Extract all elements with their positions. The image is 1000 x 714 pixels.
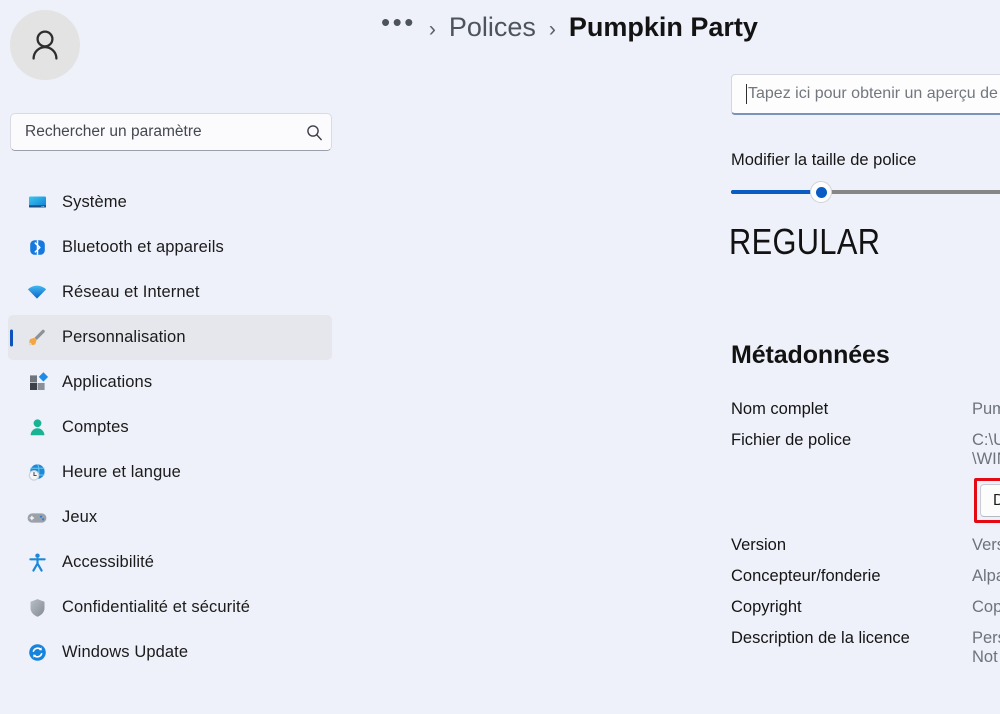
person-icon: [22, 417, 52, 438]
metadata-value-fichier-de-police: C:\USERS\\APPDATA\LOCAL\MICROSOFT \WINDO…: [972, 431, 1000, 469]
avatar[interactable]: [10, 10, 80, 80]
sidebar-item-accessibilite[interactable]: Accessibilité: [8, 540, 332, 585]
sidebar-item-label: Réseau et Internet: [62, 283, 200, 302]
sidebar: Système Bluetooth et appareils: [0, 0, 350, 714]
sidebar-item-systeme[interactable]: Système: [8, 180, 332, 225]
search-box[interactable]: [10, 113, 332, 151]
sidebar-item-applications[interactable]: Applications: [8, 360, 332, 405]
sidebar-nav: Système Bluetooth et appareils: [0, 180, 350, 675]
sidebar-item-label: Bluetooth et appareils: [62, 238, 224, 257]
font-path-prefix: C:\USERS\: [972, 431, 1000, 449]
metadata-label-version: Version: [731, 536, 786, 555]
bluetooth-icon: [22, 237, 52, 258]
sidebar-item-personnalisation[interactable]: Personnalisation: [8, 315, 332, 360]
shield-icon: [22, 597, 52, 618]
metadata-heading: Métadonnées: [731, 341, 890, 370]
metadata-value-description-licence: Personal Use Only! Not For Commercial: [972, 629, 1000, 667]
sidebar-item-confidentialite-et-securite[interactable]: Confidentialité et sécurité: [8, 585, 332, 630]
update-refresh-icon: [22, 642, 52, 663]
sidebar-item-jeux[interactable]: Jeux: [8, 495, 332, 540]
chevron-right-icon: ›: [549, 18, 556, 42]
person-avatar-icon: [25, 25, 65, 65]
sidebar-item-label: Applications: [62, 373, 152, 392]
sidebar-item-label: Confidentialité et sécurité: [62, 598, 250, 617]
apps-icon: [22, 372, 52, 393]
sidebar-item-reseau-et-internet[interactable]: Réseau et Internet: [8, 270, 332, 315]
uninstall-button[interactable]: Désinstaller: [980, 484, 1000, 517]
sidebar-item-label: Heure et langue: [62, 463, 181, 482]
sidebar-item-heure-et-langue[interactable]: Heure et langue: [8, 450, 332, 495]
settings-window: Système Bluetooth et appareils: [0, 0, 1000, 714]
content-pane: ••• › Polices › Pumpkin Party Modifier l…: [350, 0, 1000, 714]
sidebar-item-label: Comptes: [62, 418, 129, 437]
font-preview-input[interactable]: [748, 75, 1000, 113]
metadata-label-concepteur-fonderie: Concepteur/fonderie: [731, 567, 881, 586]
metadata-value-copyright: Copyright 2021 Alpaprana Studio: [972, 598, 1000, 617]
metadata-label-copyright: Copyright: [731, 598, 802, 617]
font-path-line2: \WINDOWS\FONTS\PUMPKIN PARTY.OTF: [972, 450, 1000, 469]
monitor-icon: [22, 192, 52, 213]
breadcrumb-parent-link[interactable]: Polices: [449, 12, 536, 43]
font-size-slider[interactable]: [731, 181, 1000, 203]
search-icon[interactable]: [297, 114, 331, 150]
font-sample-text: REGULAR: [729, 222, 880, 264]
slider-thumb[interactable]: [810, 181, 832, 203]
accessibility-icon: [22, 552, 52, 573]
metadata-value-nom-complet: Pumpkin Party: [972, 400, 1000, 419]
sidebar-item-label: Personnalisation: [62, 328, 186, 347]
breadcrumb-overflow-button[interactable]: •••: [381, 9, 416, 35]
metadata-label-fichier-de-police: Fichier de police: [731, 431, 851, 450]
font-size-label: Modifier la taille de police: [731, 151, 916, 170]
sidebar-item-label: Accessibilité: [62, 553, 154, 572]
gamepad-icon: [22, 507, 52, 529]
metadata-label-description-licence: Description de la licence: [731, 629, 910, 648]
sidebar-item-label: Système: [62, 193, 127, 212]
metadata-value-version: Version 1.006;Fontself Maker 3.5.7: [972, 536, 1000, 555]
breadcrumb: ••• › Polices › Pumpkin Party: [381, 12, 758, 43]
text-caret: [746, 84, 747, 104]
globe-clock-icon: [22, 462, 52, 484]
metadata-value-concepteur-fonderie: Alpaprana Studio: [972, 567, 1000, 586]
page-title: Pumpkin Party: [569, 12, 758, 43]
slider-fill: [731, 190, 821, 194]
chevron-right-icon: ›: [429, 18, 436, 42]
sidebar-item-bluetooth-et-appareils[interactable]: Bluetooth et appareils: [8, 225, 332, 270]
font-preview-field[interactable]: [731, 74, 1000, 115]
sidebar-item-label: Windows Update: [62, 643, 188, 662]
wifi-icon: [22, 282, 52, 304]
sidebar-item-label: Jeux: [62, 508, 97, 527]
search-input[interactable]: [11, 123, 297, 141]
paintbrush-icon: [22, 327, 52, 349]
licence-line1: Personal Use Only!: [972, 629, 1000, 647]
sidebar-item-comptes[interactable]: Comptes: [8, 405, 332, 450]
metadata-label-nom-complet: Nom complet: [731, 400, 828, 419]
licence-line2: Not For Commercial: [972, 648, 1000, 667]
sidebar-item-windows-update[interactable]: Windows Update: [8, 630, 332, 675]
